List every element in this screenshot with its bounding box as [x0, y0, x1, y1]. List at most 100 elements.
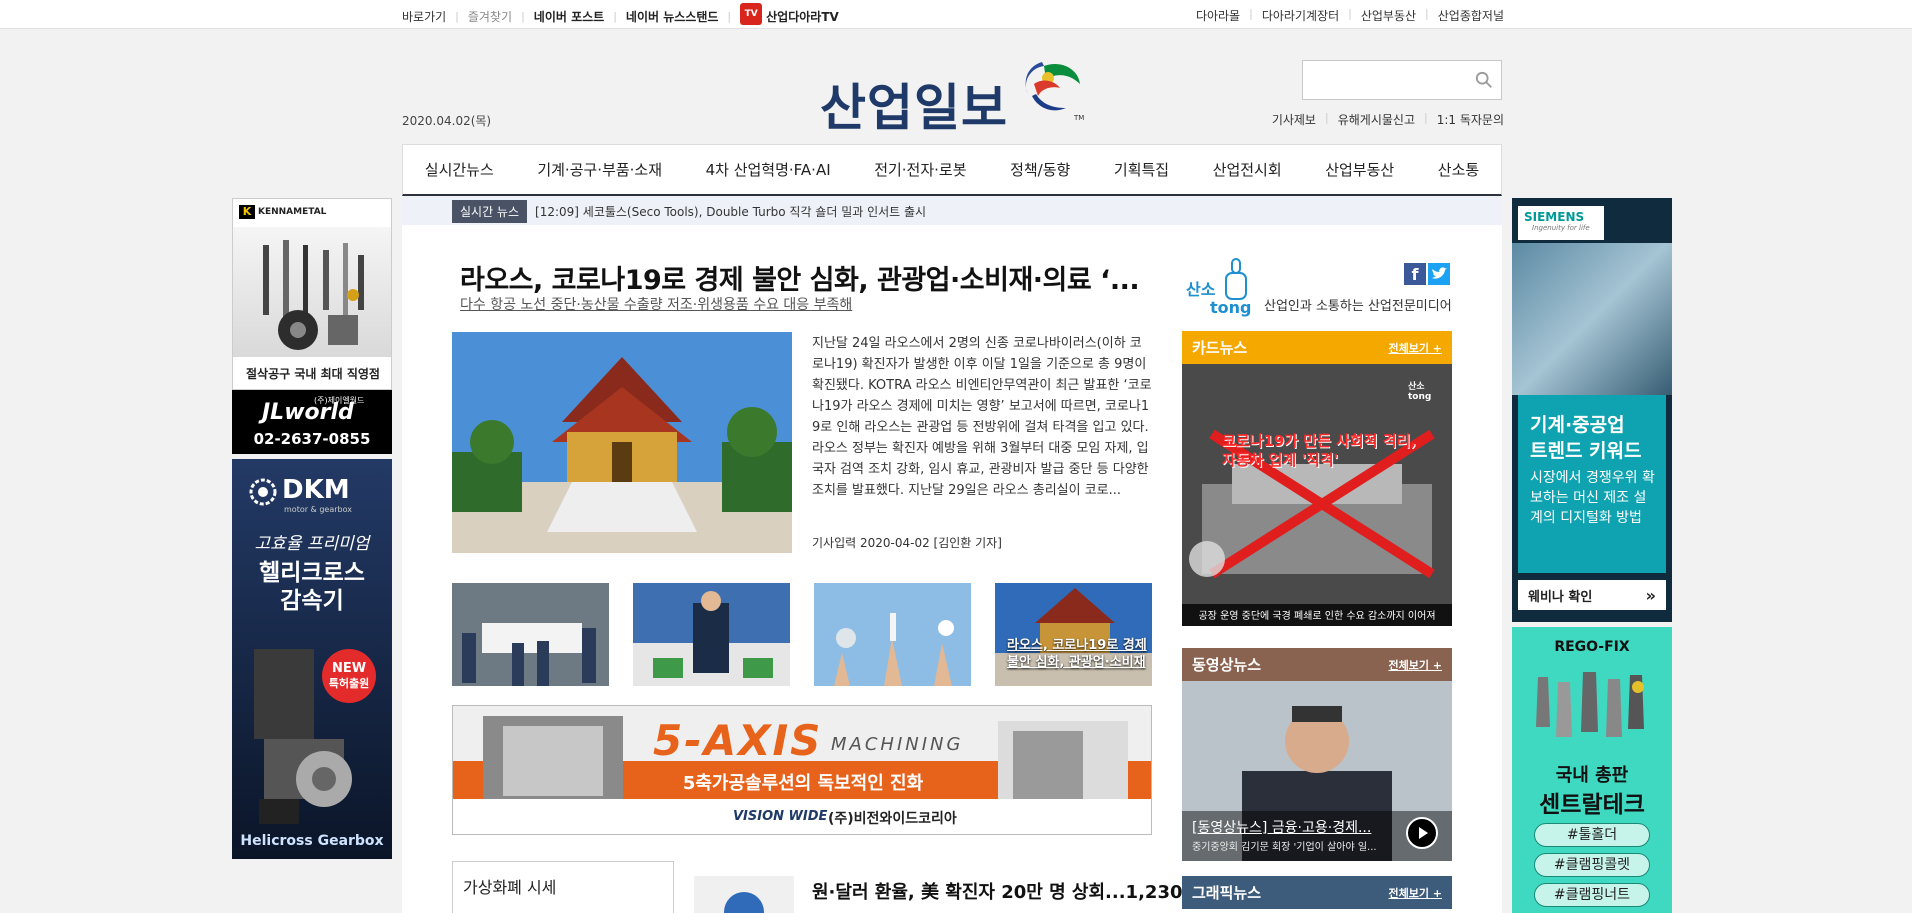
thumb-1[interactable] — [452, 583, 609, 686]
banner-title2: MACHINING — [831, 734, 964, 755]
nav-exhibition[interactable]: 산업전시회 — [1213, 159, 1282, 180]
regofix-ad[interactable]: REGO-FIX 국내 총판 센트랄테크 #툴홀더 #클램핑콜렛 #클램핑너트 — [1512, 627, 1672, 913]
play-icon[interactable] — [1406, 817, 1438, 849]
real-estate-link[interactable]: 산업부동산 — [1361, 7, 1416, 24]
thumb-2[interactable] — [633, 583, 790, 686]
nav-realtime-news[interactable]: 실시간뉴스 — [425, 159, 494, 180]
bookmark-link[interactable]: 즐겨찾기 — [468, 8, 512, 25]
dkm-footer: Helicross Gearbox — [240, 833, 384, 849]
journal-link[interactable]: 산업종합저널 — [1438, 7, 1504, 24]
twitter-icon[interactable] — [1428, 263, 1450, 285]
card-news-more[interactable]: 전체보기 + — [1388, 340, 1442, 356]
naver-newsstand-link[interactable]: 네이버 뉴스스탠드 — [626, 8, 719, 25]
dkm-sub: motor & gearbox — [284, 505, 352, 514]
report-harmful-link[interactable]: 유해게시물신고 — [1338, 111, 1415, 128]
svg-text:TM: TM — [1073, 114, 1084, 122]
siemens-line1: 기계·중공업 — [1530, 414, 1625, 436]
news-headline-2[interactable]: 원·달러 환율, 美 확진자 20만 명 상회...1,230원... — [812, 878, 1220, 904]
top-right-links: 다아라몰 | 다아라기계장터 | 산업부동산 | 산업종합저널 — [1195, 7, 1504, 24]
top-utility-bar: 바로가기 | 즐겨찾기 | 네이버 포스트 | 네이버 뉴스스탠드 | TV 산업다아라… — [0, 0, 1912, 29]
nav-santong[interactable]: 산소통 — [1438, 159, 1479, 180]
video-news-title: 동영상뉴스 — [1192, 656, 1262, 674]
main-article-image[interactable] — [452, 332, 792, 553]
nav-electronics[interactable]: 전기·전자·로봇 — [874, 159, 966, 180]
graphic-news-title: 그래픽뉴스 — [1192, 884, 1262, 902]
siemens-line2: 트렌드 키워드 — [1530, 440, 1642, 462]
regofix-line1: 국내 총판 — [1555, 765, 1629, 786]
nav-real-estate[interactable]: 산업부동산 — [1325, 159, 1394, 180]
video-news-caption: [동영상뉴스] 금융·고용·경제... — [1192, 820, 1372, 836]
facebook-icon[interactable]: f — [1404, 263, 1426, 285]
nav-special[interactable]: 기획특집 — [1114, 159, 1169, 180]
search-input[interactable] — [1303, 61, 1463, 99]
webinar-button[interactable]: 웨비나 확인 » — [1518, 580, 1666, 610]
left-ads: K KENNAMETAL 절삭공구 국내 최대 직영점 (주)제이엘월드 JLw… — [232, 198, 392, 859]
siemens-ad[interactable]: SIEMENS Ingenuity for life 기계·중공업 트렌드 키워… — [1512, 198, 1672, 622]
main-headline[interactable]: 라오스, 코로나19로 경제 불안 심화, 관광업·소비재·의료 ‘... — [460, 258, 1146, 297]
top-left-links: 바로가기 | 즐겨찾기 | 네이버 포스트 | 네이버 뉴스스탠드 | TV 산업다아라… — [402, 3, 839, 25]
tag-tool-holder[interactable]: #툴홀더 — [1534, 823, 1650, 847]
santong-header: 산소 tong 산업인과 소통하는 산업전문미디어 f — [1182, 255, 1452, 317]
daara-tv-link[interactable]: 산업다아라TV — [766, 8, 839, 25]
main-nav: 실시간뉴스 기계·공구·부품·소재 4차 산업혁명·FA·AI 전기·전자·로봇… — [402, 144, 1502, 196]
video-news-caption-2: 중기중앙회 김기문 회장 '기업이 살아야 일... — [1192, 842, 1377, 853]
jlworld-logo: JLworld — [262, 400, 354, 425]
machine-market-link[interactable]: 다아라기계장터 — [1262, 7, 1339, 24]
tag-clamping-collet[interactable]: #클램핑콜렛 — [1534, 853, 1650, 877]
graphic-news-more[interactable]: 전체보기 + — [1388, 885, 1442, 901]
santong-logo-1: 산소 — [1186, 280, 1216, 299]
dkm-line3: 감속기 — [280, 588, 344, 614]
card-news-header: 카드뉴스 전체보기 + — [1182, 331, 1452, 364]
kennametal-ad[interactable]: K KENNAMETAL 절삭공구 국내 최대 직영점 — [232, 198, 392, 390]
nav-4th-industry[interactable]: 4차 산업혁명·FA·AI — [706, 159, 831, 180]
santong-logo-2: tong — [1210, 298, 1252, 317]
logo-text: 산업일보 — [820, 79, 1008, 137]
dkm-ad[interactable]: DKM motor & gearbox 고효율 프리미엄 헬리크로스 감속기 N… — [232, 459, 392, 859]
shortcut-link[interactable]: 바로가기 — [402, 8, 446, 25]
naver-post-link[interactable]: 네이버 포스트 — [534, 8, 604, 25]
banner-company: (주)비전와이드코리아 — [828, 811, 957, 827]
video-news-more[interactable]: 전체보기 + — [1388, 657, 1442, 673]
santong-desc: 산업인과 소통하는 산업전문미디어 — [1264, 299, 1452, 314]
nav-policy[interactable]: 정책/동향 — [1010, 159, 1070, 180]
thumb-4[interactable]: 라오스, 코로나19로 경제 불안 심화, 관광업·소비재 — [995, 583, 1152, 686]
siemens-logo-box: SIEMENS Ingenuity for life — [1518, 206, 1604, 240]
current-date: 2020.04.02(목) — [402, 114, 492, 128]
reader-inquiry-link[interactable]: 1:1 독자문의 — [1437, 111, 1504, 128]
kennametal-caption: 절삭공구 국내 최대 직영점 — [246, 367, 380, 381]
gearbox-image — [254, 649, 352, 824]
siemens-logo: SIEMENS — [1524, 210, 1585, 224]
vision-wide-banner[interactable]: 5-AXIS MACHINING 5축가공솔루션의 독보적인 진화 VISION… — [452, 705, 1152, 835]
dkm-line1: 고효율 프리미엄 — [254, 534, 370, 554]
thumb-4-caption: 라오스, 코로나19로 경제 불안 심화, 관광업·소비재 — [1007, 638, 1147, 670]
video-news-image[interactable]: [동영상뉴스] 금융·고용·경제... 중기중앙회 김기문 회장 '기업이 살아… — [1182, 681, 1452, 861]
kennametal-brand: KENNAMETAL — [258, 207, 327, 217]
card-news-caption: 공장 운영 중단에 국경 폐쇄로 인한 수요 감소까지 이어져 — [1198, 611, 1436, 622]
card-news-image[interactable]: 산소tong 코로나19가 만든 사회적 격리, 자동차 업계 '직격' 공장 … — [1182, 364, 1452, 626]
banner-brand: VISION WIDE — [733, 809, 828, 824]
tag-clamping-nut[interactable]: #클램핑너트 — [1534, 883, 1650, 907]
site-logo[interactable]: 산업일보 TM — [820, 58, 1085, 137]
news-thumbnail[interactable] — [694, 876, 794, 913]
webinar-label: 웨비나 확인 — [1528, 589, 1593, 605]
kennametal-logo-icon: K — [239, 205, 255, 219]
regofix-logo: REGO-FIX — [1554, 639, 1630, 655]
tool-holders-image — [1536, 672, 1644, 737]
santong-logo[interactable]: 산소 tong — [1186, 259, 1251, 317]
thumb-3[interactable] — [814, 583, 971, 686]
ticker-headline[interactable]: [12:09] 세코툴스(Seco Tools), Double Turbo 직… — [535, 203, 926, 220]
card-mini-logo: 산소tong — [1408, 382, 1432, 402]
card-news-headline: 코로나19가 만든 사회적 격리, 자동차 업계 '직격' — [1222, 432, 1417, 469]
main-article-byline: 기사입력 2020-04-02 [김인환 기자] — [812, 536, 1002, 550]
cutting-tools-image — [263, 240, 364, 350]
nav-machinery[interactable]: 기계·공구·부품·소재 — [537, 159, 662, 180]
main-subheadline[interactable]: 다수 항공 노선 중단·농산물 수출량 저조·위생용품 수요 대응 부족해 — [460, 294, 852, 314]
search-icon[interactable] — [1475, 71, 1493, 89]
jlworld-ad[interactable]: (주)제이엘월드 JLworld 02-2637-0855 — [232, 390, 392, 454]
header-links: 기사제보 | 유해게시물신고 | 1:1 독자문의 — [1271, 111, 1504, 128]
news-tip-link[interactable]: 기사제보 — [1272, 111, 1316, 128]
banner-title: 5-AXIS — [653, 716, 823, 765]
video-news-header: 동영상뉴스 전체보기 + — [1182, 648, 1452, 681]
daara-mall-link[interactable]: 다아라몰 — [1196, 7, 1240, 24]
tv-icon: TV — [740, 3, 763, 25]
